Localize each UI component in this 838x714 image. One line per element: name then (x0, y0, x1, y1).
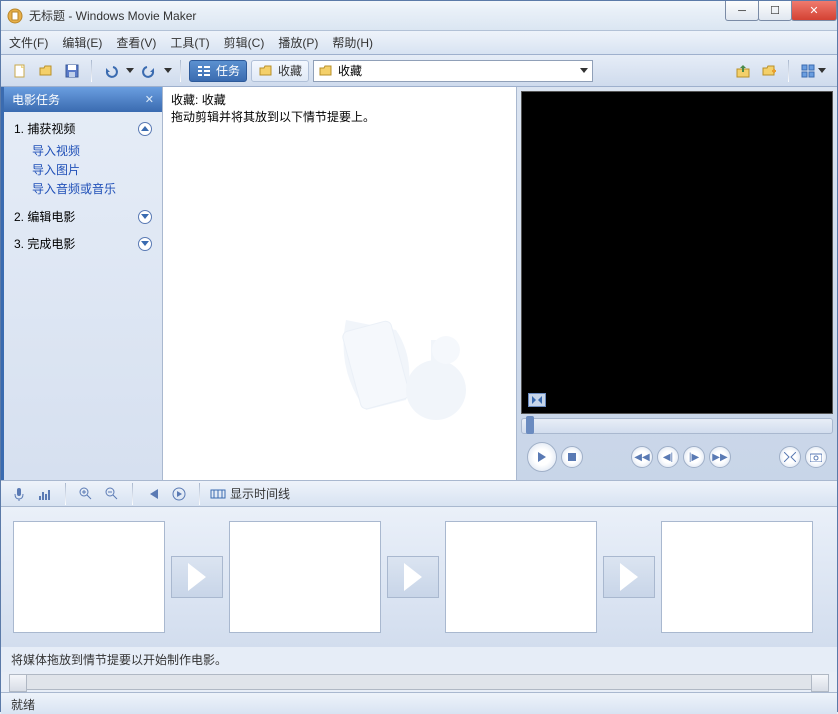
app-icon (7, 8, 23, 24)
titlebar: 无标题 - Windows Movie Maker ─ ☐ ✕ (1, 1, 837, 31)
close-button[interactable]: ✕ (791, 1, 837, 21)
task-section-capture[interactable]: 1. 捕获视频 (14, 120, 152, 137)
task-pane-title: 电影任务 (12, 91, 60, 108)
view-mode-button[interactable] (797, 60, 829, 82)
step-fwd-button[interactable]: |▶ (683, 446, 705, 468)
storyboard-slot[interactable] (13, 521, 165, 633)
transition-slot[interactable] (387, 556, 439, 598)
zoom-out-button[interactable] (102, 484, 122, 504)
collapse-icon[interactable] (138, 122, 152, 136)
rewind-button[interactable] (143, 484, 163, 504)
narrate-button[interactable] (9, 484, 29, 504)
open-button[interactable] (35, 60, 57, 82)
zoom-in-button[interactable] (76, 484, 96, 504)
collection-selected: 收藏 (338, 62, 362, 79)
stop-button[interactable] (561, 446, 583, 468)
window-title: 无标题 - Windows Movie Maker (29, 7, 196, 24)
status-text: 就绪 (11, 698, 35, 712)
undo-dropdown[interactable] (126, 68, 134, 73)
folder-icon (258, 63, 274, 79)
timeline-icon (210, 486, 226, 502)
task-pane-close[interactable]: ✕ (145, 93, 154, 106)
main-area: 电影任务 ✕ 1. 捕获视频 导入视频 导入图片 导入音频或音乐 2. 编辑电影… (1, 87, 837, 481)
storyboard[interactable] (1, 507, 837, 647)
minimize-button[interactable]: ─ (725, 1, 759, 21)
preview-pane: ◀◀ ◀| |▶ ▶▶ (517, 87, 837, 480)
task-section-finish[interactable]: 3. 完成电影 (14, 235, 152, 252)
undo-button[interactable] (100, 60, 122, 82)
prev-button[interactable]: ◀◀ (631, 446, 653, 468)
link-import-audio[interactable]: 导入音频或音乐 (14, 179, 152, 198)
tasks-toggle[interactable]: 任务 (189, 60, 247, 82)
collections-label: 收藏 (278, 62, 302, 79)
seek-bar[interactable] (521, 418, 833, 434)
new-project-button[interactable] (9, 60, 31, 82)
seek-cursor[interactable] (526, 416, 534, 434)
transport-controls: ◀◀ ◀| |▶ ▶▶ (521, 438, 833, 476)
split-button[interactable] (779, 446, 801, 468)
collections-toggle[interactable]: 收藏 (251, 60, 309, 82)
folder-icon (318, 63, 334, 79)
collection-pane: 收藏: 收藏 拖动剪辑并将其放到以下情节提要上。 (163, 87, 517, 480)
task-section-edit[interactable]: 2. 编辑电影 (14, 208, 152, 225)
link-import-pictures[interactable]: 导入图片 (14, 160, 152, 179)
dropdown-caret-icon (580, 68, 588, 73)
storyboard-hint: 将媒体拖放到情节提要以开始制作电影。 (1, 647, 837, 672)
menu-clip[interactable]: 剪辑(C) (224, 34, 265, 51)
menu-help[interactable]: 帮助(H) (332, 34, 373, 51)
transition-slot[interactable] (603, 556, 655, 598)
new-folder-button[interactable] (758, 60, 780, 82)
timeline-toolbar: 显示时间线 (1, 481, 837, 507)
task-pane-header: 电影任务 ✕ (4, 87, 162, 112)
window-buttons: ─ ☐ ✕ (726, 1, 837, 21)
task-pane: 电影任务 ✕ 1. 捕获视频 导入视频 导入图片 导入音频或音乐 2. 编辑电影… (1, 87, 163, 480)
preview-screen (521, 91, 833, 414)
toolbar: 任务 收藏 收藏 (1, 55, 837, 87)
tasks-label: 任务 (216, 62, 240, 79)
up-level-button[interactable] (732, 60, 754, 82)
save-button[interactable] (61, 60, 83, 82)
menu-play[interactable]: 播放(P) (278, 34, 318, 51)
play-button[interactable] (527, 442, 557, 472)
storyboard-slot[interactable] (229, 521, 381, 633)
background-film-icon (316, 280, 496, 460)
horizontal-scrollbar[interactable] (25, 674, 813, 690)
maximize-button[interactable]: ☐ (758, 1, 792, 21)
step-back-button[interactable]: ◀| (657, 446, 679, 468)
expand-icon[interactable] (138, 210, 152, 224)
transition-slot[interactable] (171, 556, 223, 598)
menu-file[interactable]: 文件(F) (9, 34, 48, 51)
split-marker-icon[interactable] (528, 393, 546, 407)
next-button[interactable]: ▶▶ (709, 446, 731, 468)
storyboard-slot[interactable] (445, 521, 597, 633)
menubar: 文件(F) 编辑(E) 查看(V) 工具(T) 剪辑(C) 播放(P) 帮助(H… (1, 31, 837, 55)
menu-view[interactable]: 查看(V) (116, 34, 156, 51)
tasks-icon (196, 63, 212, 79)
storyboard-slot[interactable] (661, 521, 813, 633)
link-import-video[interactable]: 导入视频 (14, 141, 152, 160)
redo-dropdown[interactable] (164, 68, 172, 73)
menu-edit[interactable]: 编辑(E) (62, 34, 102, 51)
show-timeline-link[interactable]: 显示时间线 (210, 485, 290, 502)
statusbar: 就绪 (1, 692, 837, 714)
menu-tools[interactable]: 工具(T) (170, 34, 209, 51)
collection-title: 收藏: 收藏 (171, 91, 508, 108)
redo-button[interactable] (138, 60, 160, 82)
snapshot-button[interactable] (805, 446, 827, 468)
expand-icon[interactable] (138, 237, 152, 251)
collection-instruction: 拖动剪辑并将其放到以下情节提要上。 (171, 108, 508, 125)
collection-selector[interactable]: 收藏 (313, 60, 593, 82)
audio-levels-button[interactable] (35, 484, 55, 504)
play-timeline-button[interactable] (169, 484, 189, 504)
